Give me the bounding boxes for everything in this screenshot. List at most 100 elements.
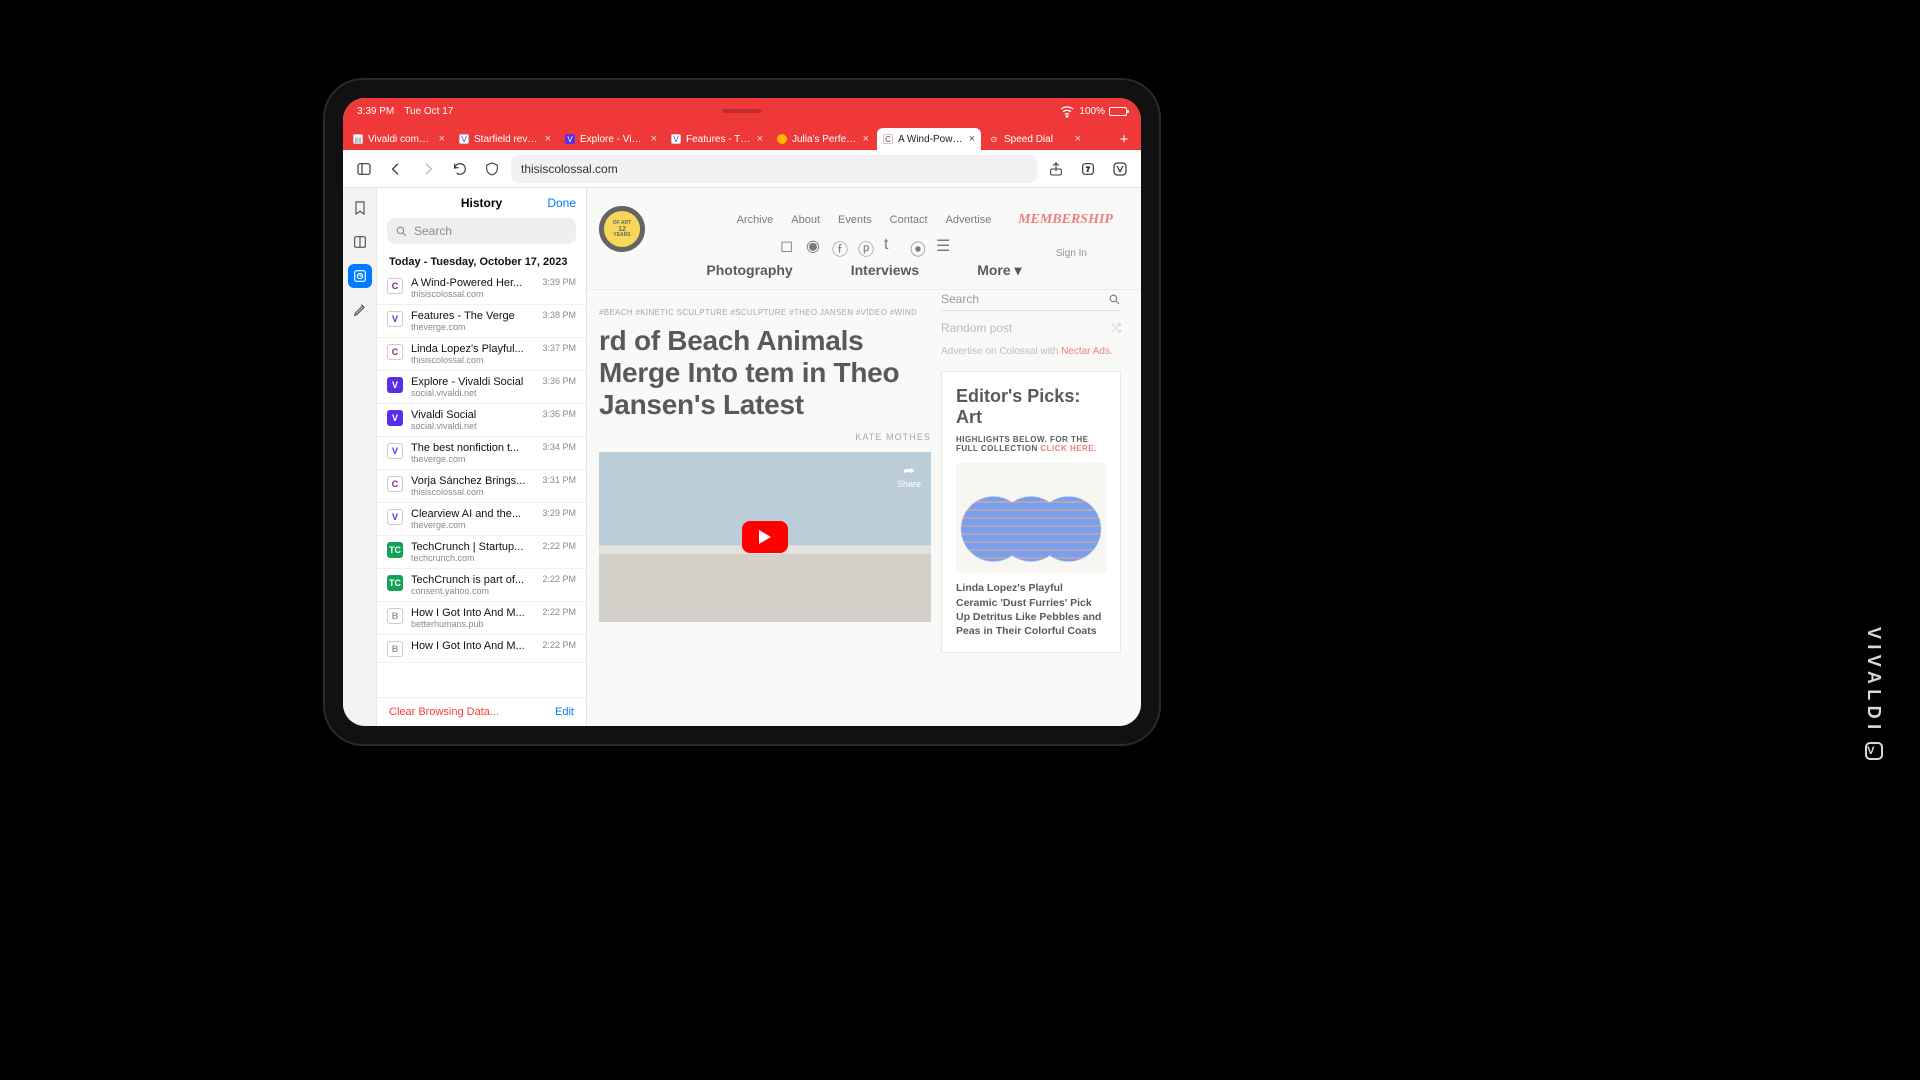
play-button[interactable] [742,521,788,553]
tab-favicon: V [565,134,575,144]
tab-count-button[interactable]: 7 [1075,156,1101,182]
web-content[interactable]: OF ART 12 YEARS Archive About Events Contac… [587,188,1141,726]
shuffle-icon: ⤮ [1111,321,1121,336]
history-item-url: theverge.com [411,454,534,464]
video-embed[interactable]: ➦Share [599,452,931,622]
topnav-link[interactable]: Archive [737,214,774,226]
editors-picks-box: Editor's Picks: Art HIGHLIGHTS BELOW. FO… [941,371,1121,653]
history-item[interactable]: C Linda Lopez's Playful... thisiscolossa… [377,338,586,371]
mastodon-icon[interactable]: ◉ [806,236,818,248]
picks-subtitle: HIGHLIGHTS BELOW. FOR THE FULL COLLECTIO… [956,435,1106,453]
browser-tab[interactable]: C A Wind-Powered × [877,128,981,150]
search-icon [395,225,408,238]
membership-link[interactable]: MEMBERSHIP [1018,212,1113,228]
pinterest-icon[interactable]: ⓟ [858,236,870,248]
close-icon[interactable]: × [439,133,445,145]
history-item[interactable]: V Explore - Vivaldi Social social.vivald… [377,371,586,404]
random-post-link[interactable]: Random post ⤮ [941,321,1121,336]
tab-favicon: V [459,134,469,144]
battery-icon [1109,107,1127,116]
history-favicon: C [387,344,403,360]
notes-tab-icon[interactable] [348,298,372,322]
topnav-link[interactable]: Events [838,214,872,226]
shop-icon[interactable]: ☰ [936,236,948,248]
history-item-time: 2:22 PM [542,640,576,650]
instagram-icon[interactable]: ◻ [780,236,792,248]
tab-favicon: V [671,134,681,144]
vivaldi-menu-button[interactable] [1107,156,1133,182]
panel-toggle-button[interactable] [351,156,377,182]
history-item-title: The best nonfiction t... [411,442,534,454]
reading-list-tab-icon[interactable] [348,230,372,254]
tumblr-icon[interactable]: t [884,236,896,248]
close-icon[interactable]: × [863,133,869,145]
browser-tab[interactable]: V Explore - Vivaldi × [559,128,663,150]
browser-tab[interactable]: V Features - The V × [665,128,769,150]
close-icon[interactable]: × [545,133,551,145]
history-item-url: thisiscolossal.com [411,289,534,299]
category-link[interactable]: More ▾ [977,262,1021,279]
tab-favicon [777,134,787,144]
done-button[interactable]: Done [547,196,576,210]
history-search-input[interactable]: Search [387,218,576,244]
history-item[interactable]: TC TechCrunch is part of... consent.yaho… [377,569,586,602]
history-item[interactable]: B How I Got Into And M... betterhumans.p… [377,602,586,635]
shield-icon[interactable] [479,156,505,182]
search-icon [1108,293,1121,306]
sign-in-link[interactable]: Sign In [1056,248,1087,259]
history-item[interactable]: TC TechCrunch | Startup... techcrunch.co… [377,536,586,569]
history-tab-icon[interactable] [348,264,372,288]
history-item[interactable]: V The best nonfiction t... theverge.com … [377,437,586,470]
close-icon[interactable]: × [969,133,975,145]
site-search-input[interactable]: Search [941,288,1121,311]
bookmarks-tab-icon[interactable] [348,196,372,220]
site-logo[interactable]: OF ART 12 YEARS [599,206,645,252]
pick-thumbnail[interactable] [956,463,1106,573]
topnav-link[interactable]: About [791,214,820,226]
tab-title: Features - The V [686,134,752,145]
address-bar[interactable]: thisiscolossal.com [511,155,1037,183]
history-item[interactable]: B How I Got Into And M... 2:22 PM [377,635,586,663]
back-button[interactable] [383,156,409,182]
close-icon[interactable]: × [1075,133,1081,145]
facebook-icon[interactable]: ⓕ [832,236,844,248]
close-icon[interactable]: × [757,133,763,145]
picks-title: Editor's Picks: Art [956,386,1106,427]
history-item[interactable]: V Clearview AI and the... theverge.com 3… [377,503,586,536]
tab-favicon: C [883,134,893,144]
video-share-button[interactable]: ➦Share [897,462,921,489]
reload-button[interactable] [447,156,473,182]
share-button[interactable] [1043,156,1069,182]
nectar-link[interactable]: Nectar Ads. [1061,346,1113,357]
history-item-time: 3:34 PM [542,442,576,452]
new-tab-button[interactable]: + [1111,128,1137,150]
category-link[interactable]: Photography [706,262,792,279]
history-list[interactable]: C A Wind-Powered Her... thisiscolossal.c… [377,272,586,697]
browser-tab[interactable]: ▤ Vivaldi communi × [347,128,451,150]
click-here-link[interactable]: CLICK HERE. [1040,444,1096,453]
multitask-handle[interactable] [722,109,762,113]
history-favicon: V [387,377,403,393]
history-item[interactable]: V Vivaldi Social social.vivaldi.net 3:36… [377,404,586,437]
browser-tab[interactable]: Julia's Perfect S × [771,128,875,150]
history-item[interactable]: V Features - The Verge theverge.com 3:38… [377,305,586,338]
edit-button[interactable]: Edit [555,706,574,718]
ipad-screen: 3:39 PM Tue Oct 17 100% ▤ Vivaldi commun… [343,98,1141,726]
topnav-link[interactable]: Contact [890,214,928,226]
history-item-title: TechCrunch | Startup... [411,541,534,553]
browser-tab[interactable]: ⊙ Speed Dial × [983,128,1087,150]
category-link[interactable]: Interviews [851,262,919,279]
rss-icon[interactable]: ⦿ [910,236,922,248]
svg-text:7: 7 [1086,166,1090,173]
forward-button[interactable] [415,156,441,182]
tab-title: Vivaldi communi [368,134,434,145]
close-icon[interactable]: × [651,133,657,145]
topnav-link[interactable]: Advertise [946,214,992,226]
clear-browsing-data-button[interactable]: Clear Browsing Data... [389,706,499,718]
history-item[interactable]: C Vorja Sánchez Brings... thisiscolossal… [377,470,586,503]
history-item[interactable]: C A Wind-Powered Her... thisiscolossal.c… [377,272,586,305]
history-panel: History Done Search Today - Tuesday, Oct… [377,188,587,726]
history-item-url: thisiscolossal.com [411,355,534,365]
pick-caption[interactable]: Linda Lopez's Playful Ceramic 'Dust Furr… [956,581,1106,638]
browser-tab[interactable]: V Starfield review × [453,128,557,150]
